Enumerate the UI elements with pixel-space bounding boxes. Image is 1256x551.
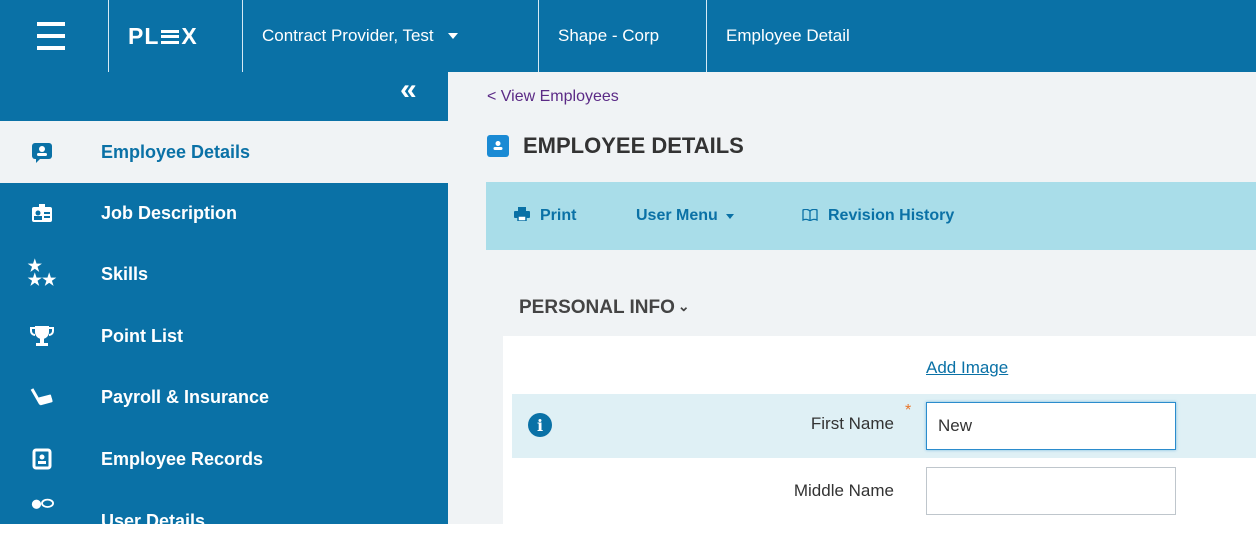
company-selector[interactable]: Contract Provider, Test	[262, 0, 458, 72]
records-icon	[30, 447, 54, 471]
first-name-label: First Name	[810, 414, 894, 433]
trophy-icon	[30, 324, 54, 348]
section-toggle-personal-info[interactable]: PERSONAL INFO ⌄	[519, 297, 690, 319]
required-indicator: *	[905, 402, 912, 419]
sidebar-item-job-description[interactable]: Job Description	[0, 182, 448, 244]
plex-logo[interactable]: PL X	[128, 0, 198, 72]
print-label: Print	[540, 207, 577, 224]
user-menu-dropdown[interactable]: User Menu	[636, 182, 734, 250]
hamburger-menu-icon[interactable]	[33, 0, 69, 72]
badge-icon	[30, 201, 54, 225]
revision-history-button[interactable]: Revision History	[802, 182, 954, 250]
middle-name-field[interactable]	[926, 467, 1176, 515]
breadcrumb-page: Employee Detail	[726, 26, 850, 45]
sidebar-item-point-list[interactable]: Point List	[0, 305, 448, 367]
collapse-sidebar-icon[interactable]: «	[400, 75, 417, 105]
action-toolbar: Print User Menu Revision History	[486, 182, 1256, 250]
money-icon	[30, 385, 54, 409]
page-title: EMPLOYEE DETAILS	[487, 133, 744, 159]
sidebar-item-label: Point List	[101, 325, 183, 346]
user-menu-label: User Menu	[636, 207, 718, 224]
sidebar-item-employee-details[interactable]: Employee Details	[0, 121, 448, 183]
revision-history-label: Revision History	[828, 207, 955, 224]
top-navigation-bar: PL X Contract Provider, Test Shape - Corp…	[0, 0, 1256, 72]
page-title-text: EMPLOYEE DETAILS	[523, 133, 744, 158]
info-icon[interactable]: i	[528, 413, 552, 437]
id-card-icon	[30, 140, 54, 164]
stars-icon: ★ ★★	[27, 258, 57, 289]
printer-icon	[514, 207, 530, 225]
sidebar-item-payroll-insurance[interactable]: Payroll & Insurance	[0, 366, 448, 428]
divider	[706, 0, 707, 72]
middle-name-label: Middle Name	[793, 481, 894, 500]
divider	[538, 0, 539, 72]
section-title: PERSONAL INFO	[519, 297, 675, 318]
breadcrumb-site[interactable]: Shape - Corp	[558, 0, 659, 72]
sidebar-item-label: Employee Details	[101, 141, 251, 162]
company-label: Contract Provider, Test	[262, 26, 434, 45]
first-name-field[interactable]	[926, 402, 1176, 450]
chevron-down-icon: ⌄	[677, 298, 690, 314]
user-chat-icon	[30, 495, 54, 519]
sidebar-item-label: User Details	[101, 511, 206, 531]
sidebar-item-skills[interactable]: ★ ★★ Skills	[0, 243, 448, 305]
sidebar-item-label: Skills	[101, 263, 149, 284]
sidebar-item-label: Payroll & Insurance	[101, 386, 270, 407]
add-image-link[interactable]: Add Image	[926, 358, 1008, 378]
print-button[interactable]: Print	[514, 182, 576, 250]
sidebar-item-employee-records[interactable]: Employee Records	[0, 428, 448, 490]
sidebar-item-label: Employee Records	[101, 448, 264, 469]
divider	[108, 0, 109, 72]
book-icon	[802, 208, 818, 225]
chevron-down-icon	[725, 213, 734, 219]
id-card-icon	[487, 135, 509, 157]
divider	[242, 0, 243, 72]
sidebar-item-user-details[interactable]: User Details	[0, 489, 448, 551]
view-employees-link[interactable]: < View Employees	[487, 88, 619, 106]
chevron-down-icon	[447, 33, 458, 39]
sidebar-item-label: Job Description	[101, 202, 238, 223]
